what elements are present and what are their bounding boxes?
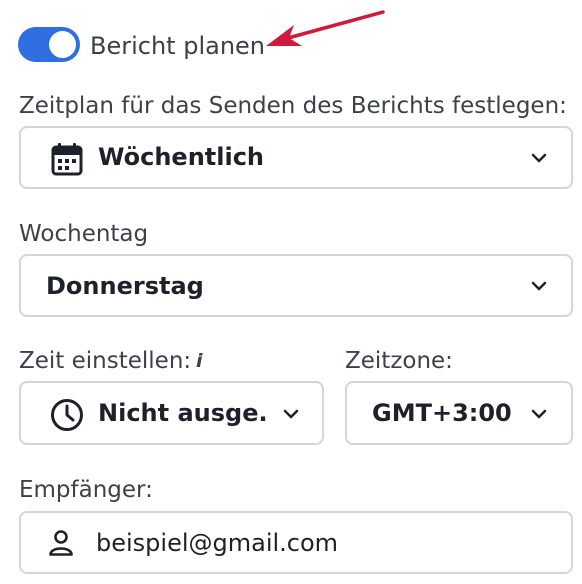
person-icon bbox=[49, 530, 73, 556]
time-value: Nicht ausge... bbox=[98, 399, 268, 427]
weekday-label: Wochentag bbox=[19, 221, 149, 247]
calendar-icon bbox=[51, 143, 83, 176]
recipients-input[interactable]: beispiel@gmail.com bbox=[19, 511, 573, 574]
clock-icon bbox=[51, 399, 83, 431]
time-info-icon[interactable]: i bbox=[196, 346, 203, 376]
chevron-down-icon bbox=[531, 281, 547, 291]
time-label: Zeit einstellen: bbox=[19, 348, 192, 374]
chevron-down-icon bbox=[531, 409, 547, 419]
annotation-arrow-icon bbox=[266, 10, 385, 46]
frequency-value: Wöchentlich bbox=[98, 143, 265, 171]
timezone-value: GMT+3:00 bbox=[372, 399, 512, 427]
frequency-select[interactable]: Wöchentlich bbox=[19, 126, 573, 189]
timezone-label: Zeitzone: bbox=[345, 348, 453, 374]
schedule-report-label: Bericht planen bbox=[90, 32, 266, 60]
chevron-down-icon bbox=[531, 153, 547, 163]
timezone-select[interactable]: GMT+3:00 bbox=[345, 381, 573, 445]
chevron-down-icon bbox=[283, 409, 299, 419]
weekday-value: Donnerstag bbox=[46, 272, 204, 300]
recipients-label: Empfänger: bbox=[19, 477, 153, 503]
frequency-label: Zeitplan für das Senden des Berichts fes… bbox=[19, 93, 567, 119]
schedule-report-toggle[interactable] bbox=[18, 27, 80, 62]
weekday-select[interactable]: Donnerstag bbox=[19, 254, 573, 317]
toggle-knob bbox=[49, 31, 76, 58]
time-select[interactable]: Nicht ausge... bbox=[19, 381, 324, 445]
recipients-value: beispiel@gmail.com bbox=[96, 529, 339, 557]
